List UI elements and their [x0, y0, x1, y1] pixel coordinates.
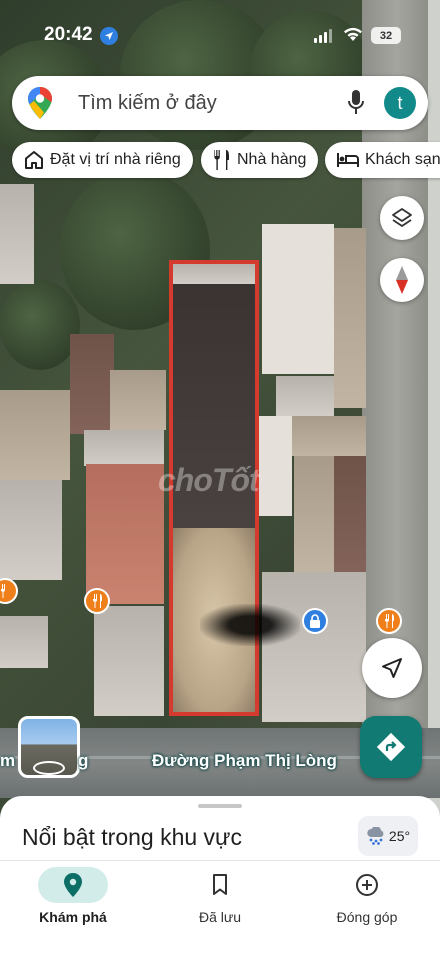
navigation-arrow-icon: [382, 658, 402, 678]
building-roof: [334, 228, 366, 408]
map-layers-button[interactable]: [380, 196, 424, 240]
building-roof: [70, 334, 114, 434]
compass-button[interactable]: [380, 258, 424, 302]
layers-icon: [392, 208, 412, 227]
chip-label: Nhà hàng: [237, 151, 307, 168]
street-view-thumbnail[interactable]: [18, 716, 80, 778]
building-roof: [334, 456, 366, 572]
nav-label: Khám phá: [39, 909, 107, 925]
restaurant-pin-icon[interactable]: [84, 588, 110, 614]
battery-indicator: 32: [371, 27, 401, 44]
sheet-title: Nổi bật trong khu vực: [22, 824, 242, 850]
wifi-icon: [343, 26, 363, 47]
chip-restaurants[interactable]: Nhà hàng: [201, 142, 319, 178]
building-roof: [86, 464, 164, 604]
directions-icon: [376, 732, 406, 762]
nav-saved[interactable]: Đã lưu: [160, 867, 280, 925]
street-name-fragment: m: [0, 751, 16, 770]
chip-hotels[interactable]: Khách sạn: [325, 142, 440, 178]
rain-cloud-icon: [367, 827, 384, 845]
compass-icon: [396, 266, 408, 294]
location-arrow-icon: [100, 27, 118, 45]
building-roof: [0, 390, 70, 480]
chip-label: Đặt vị trí nhà riêng: [50, 151, 181, 168]
search-input[interactable]: Tìm kiếm ở đây: [78, 92, 217, 115]
chip-label: Khách sạn: [365, 151, 440, 168]
directions-button[interactable]: [360, 716, 422, 778]
nav-contribute[interactable]: Đóng góp: [307, 867, 427, 925]
rotate-360-icon: [33, 761, 65, 775]
search-bar[interactable]: Tìm kiếm ở đây t: [12, 76, 428, 130]
building-roof: [258, 416, 292, 516]
street-name-fragment: g: [78, 751, 89, 770]
home-icon: [25, 151, 43, 169]
building-roof: [84, 430, 164, 466]
add-circle-icon: [356, 874, 378, 896]
building-roof: [110, 370, 166, 430]
watermark: choTốt: [158, 462, 260, 498]
road-edge: [428, 0, 440, 820]
building-roof: [0, 480, 62, 580]
street-name-label: Đường Phạm Thị Lòng: [152, 751, 337, 770]
status-time: 20:42: [44, 24, 93, 45]
account-avatar[interactable]: t: [384, 87, 416, 119]
explore-pin-icon: [64, 873, 82, 897]
google-maps-pin-icon: [28, 87, 52, 124]
microphone-icon[interactable]: [348, 90, 364, 121]
bottom-sheet[interactable]: Nổi bật trong khu vực 25°: [0, 796, 440, 866]
redacted-place-label: [200, 604, 300, 646]
building-roof: [262, 224, 334, 374]
building-roof: [276, 376, 334, 416]
restaurant-icon: [214, 150, 229, 170]
building-roof: [0, 184, 34, 284]
nav-explore[interactable]: Khám phá: [13, 867, 133, 925]
nav-label: Đã lưu: [198, 909, 242, 925]
nav-label: Đóng góp: [336, 909, 398, 925]
restaurant-pin-icon[interactable]: [376, 608, 402, 634]
restaurant-pin-icon[interactable]: [0, 578, 18, 604]
building-roof: [94, 606, 164, 716]
sheet-drag-handle[interactable]: [198, 804, 242, 808]
chip-set-home[interactable]: Đặt vị trí nhà riêng: [12, 142, 193, 178]
building-roof: [0, 616, 48, 668]
building-roof: [292, 416, 366, 456]
building-roof: [294, 456, 334, 572]
bottom-navigation: Khám phá Đã lưu Đóng góp: [0, 860, 440, 960]
tree-canopy: [0, 280, 80, 370]
bookmark-icon: [213, 874, 227, 895]
building-roof: [262, 572, 366, 722]
my-location-button[interactable]: [362, 638, 422, 698]
weather-temperature: 25°: [388, 828, 411, 844]
lock-pin-icon[interactable]: [302, 608, 328, 634]
status-bar: 20:42 32: [0, 0, 440, 56]
cellular-signal-icon: [314, 29, 332, 43]
hotel-icon: [337, 153, 359, 167]
weather-badge[interactable]: 25°: [358, 816, 418, 856]
